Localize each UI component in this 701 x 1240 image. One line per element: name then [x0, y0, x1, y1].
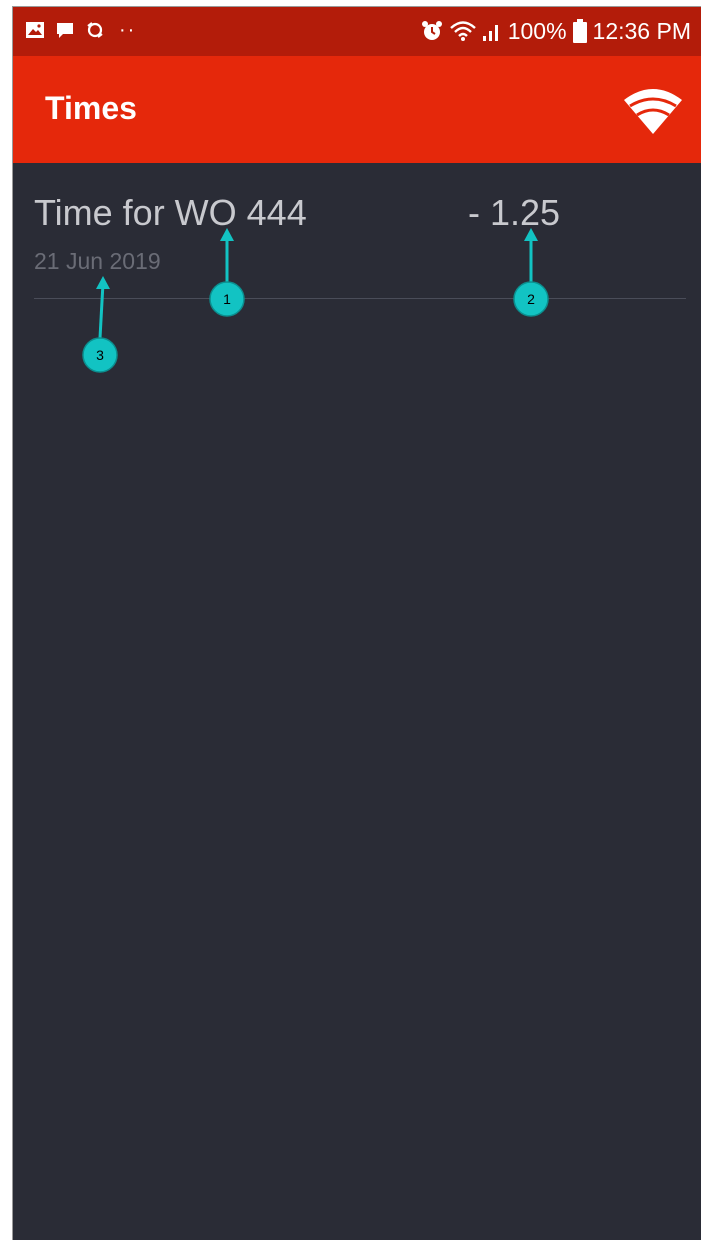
callout-overlay: 1 2 3: [82, 228, 549, 373]
callout-2-number: 2: [527, 291, 535, 307]
callout-1-number: 1: [223, 291, 231, 307]
callout-3: 3: [82, 276, 118, 373]
callout-2: 2: [513, 228, 549, 317]
callout-3-number: 3: [96, 347, 104, 363]
callout-1: 1: [209, 228, 245, 317]
